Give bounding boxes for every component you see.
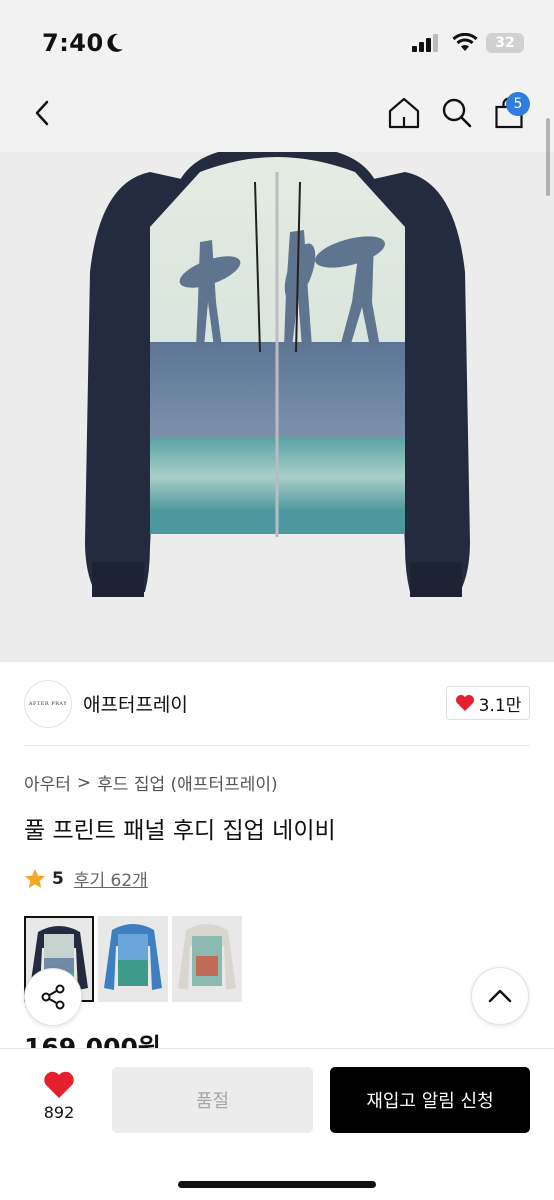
divider: [24, 745, 530, 746]
signal-icon: [412, 34, 438, 52]
hoodie-thumbnail-image: [98, 916, 168, 1002]
share-icon: [41, 984, 65, 1010]
back-button[interactable]: [26, 88, 58, 138]
brand-logo-text: AFTER PRAY: [28, 701, 68, 707]
brand-row: AFTER PRAY 애프터프레이 3.1만: [0, 662, 554, 746]
breadcrumb-separator: >: [76, 772, 92, 793]
product-image[interactable]: [0, 152, 554, 662]
search-icon: [442, 98, 472, 128]
product-price: 169,000원: [24, 1033, 161, 1048]
brand-name[interactable]: 애프터프레이: [83, 690, 188, 717]
product-title: 풀 프린트 패널 후디 집업 네이비: [24, 818, 336, 844]
moon-icon: [107, 33, 123, 52]
chevron-left-icon: [35, 100, 49, 126]
page-scrollbar[interactable]: [546, 118, 550, 196]
home-icon: [388, 97, 420, 129]
review-count-link[interactable]: 후기 62개: [74, 866, 148, 891]
home-indicator: [178, 1181, 376, 1188]
star-icon: [25, 868, 45, 888]
battery-indicator: 32: [486, 33, 524, 53]
share-button[interactable]: [24, 968, 82, 1026]
brand-logo[interactable]: AFTER PRAY: [24, 680, 72, 728]
wishlist-count: 892: [43, 1103, 75, 1122]
home-button[interactable]: [386, 88, 422, 138]
status-time: 7:40: [42, 29, 104, 57]
wishlist-button[interactable]: 892: [26, 1071, 92, 1131]
heart-icon: [455, 695, 474, 711]
breadcrumb-category[interactable]: 아우터: [24, 770, 71, 795]
rating-row: 5 후기 62개: [24, 866, 148, 891]
rating-score: 5: [52, 868, 64, 889]
scroll-to-top-button[interactable]: [471, 967, 529, 1025]
bottom-action-bar: 892 품절 재입고 알림 신청: [0, 1048, 554, 1200]
hoodie-thumbnail-image: [172, 916, 242, 1002]
thumbnail-ivory[interactable]: [172, 916, 242, 1002]
breadcrumb: 아우터 > 후드 집업 (애프터프레이): [24, 770, 278, 796]
search-button[interactable]: [440, 88, 474, 138]
restock-alert-button[interactable]: 재입고 알림 신청: [330, 1067, 530, 1133]
cart-count-badge: 5: [506, 92, 530, 116]
hoodie-illustration: [85, 152, 470, 597]
battery-level: 32: [495, 35, 515, 51]
brand-like-button[interactable]: 3.1만: [446, 686, 530, 720]
nav-bar: [0, 88, 554, 152]
price-area: 169,000원: [0, 1024, 554, 1048]
thumbnail-blue[interactable]: [98, 916, 168, 1002]
breadcrumb-subcategory[interactable]: 후드 집업 (애프터프레이): [97, 770, 277, 795]
heart-icon: [44, 1071, 74, 1098]
status-bar: 7:40 32: [0, 0, 554, 88]
chevron-up-icon: [488, 989, 512, 1003]
wifi-icon: [452, 33, 478, 51]
brand-like-count: 3.1만: [478, 695, 522, 716]
soldout-button: 품절: [112, 1067, 313, 1133]
